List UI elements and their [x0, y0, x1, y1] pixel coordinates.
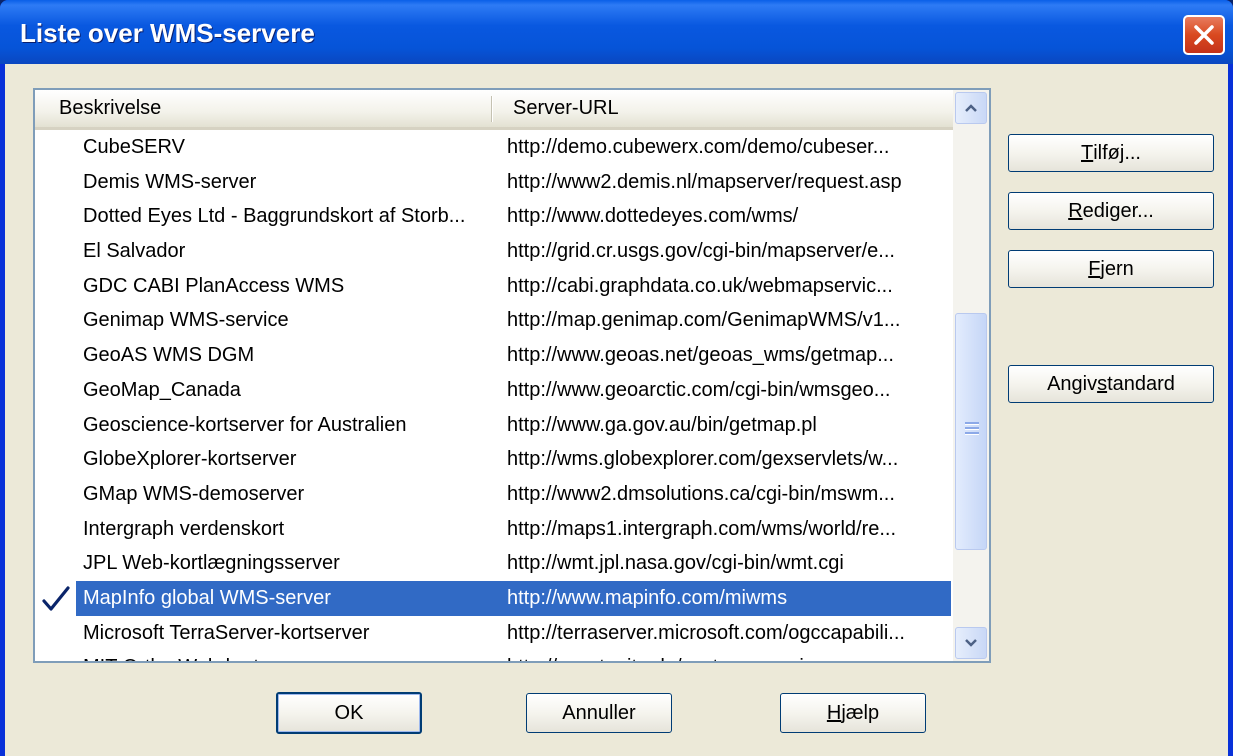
row-server-url: http://demo.cubewerx.com/demo/cubeser...: [507, 136, 890, 158]
thumb-grip-line: [965, 422, 979, 425]
row-description: JPL Web-kortlægningsserver: [83, 552, 340, 575]
list-row[interactable]: Genimap WMS-service http://map.genimap.co…: [35, 303, 953, 338]
add-button-label: Tilføj...: [1081, 142, 1141, 164]
vertical-scrollbar[interactable]: [953, 90, 989, 661]
row-description: Intergraph verdenskort: [83, 517, 285, 540]
row-server-url: http://grid.cr.usgs.gov/cgi-bin/mapserve…: [507, 240, 895, 263]
remove-button[interactable]: Fjern: [1008, 250, 1214, 288]
help-button[interactable]: Hjælp: [780, 693, 926, 733]
row-server-url: http://www.dottedeyes.com/wms/: [507, 205, 799, 228]
row-description: GeoAS WMS DGM: [83, 344, 255, 367]
list-row[interactable]: JPL Web-kortlægningsserver http://wmt.jpl…: [35, 546, 953, 581]
column-header-server-url[interactable]: Server-URL: [513, 90, 619, 127]
list-row[interactable]: MIT Ortho Web-kortserver http://coast.mit…: [35, 650, 953, 661]
close-button[interactable]: [1183, 15, 1225, 55]
row-description: Genimap WMS-service: [83, 309, 289, 332]
row-server-url: http://wmt.jpl.nasa.gov/cgi-bin/wmt.cgi: [507, 552, 844, 575]
add-button[interactable]: Tilføj...: [1008, 134, 1214, 172]
row-description: MapInfo global WMS-server: [83, 586, 331, 609]
row-description: GDC CABI PlanAccess WMS: [83, 274, 345, 297]
default-checkmark-icon: [42, 586, 70, 611]
row-server-url: http://cabi.graphdata.co.uk/webmapservic…: [507, 274, 893, 297]
list-row[interactable]: GeoMap_Canada http://www.geoarctic.com/cg…: [35, 373, 953, 408]
thumb-grip-line: [965, 432, 979, 435]
list-row[interactable]: GlobeXplorer-kortserver http://wms.globex…: [35, 442, 953, 477]
row-server-url: http://map.genimap.com/GenimapWMS/v1...: [507, 309, 901, 332]
row-description: GMap WMS-demoserver: [83, 482, 305, 505]
list-row[interactable]: Demis WMS-server http://www2.demis.nl/map…: [35, 165, 953, 200]
dialog-window: Liste over WMS-servere Beskrivelse Serve…: [0, 0, 1233, 756]
row-server-url: http://www.geoas.net/geoas_wms/getmap...: [507, 344, 894, 367]
list-row[interactable]: GDC CABI PlanAccess WMS http://cabi.graph…: [35, 269, 953, 304]
list-rows: CubeSERV http://demo.cubewerx.com/demo/cu…: [35, 130, 953, 661]
cancel-button[interactable]: Annuller: [526, 693, 672, 733]
row-description: El Salvador: [83, 240, 186, 263]
list-row[interactable]: GMap WMS-demoserver http://www2.dmsolutio…: [35, 477, 953, 512]
row-description: GeoMap_Canada: [83, 378, 241, 401]
list-row[interactable]: GeoAS WMS DGM http://www.geoas.net/geoas_…: [35, 338, 953, 373]
row-server-url: http://www2.dmsolutions.ca/cgi-bin/mswm.…: [507, 482, 895, 505]
dialog-body: Beskrivelse Server-URL CubeSERV http://de…: [5, 64, 1228, 756]
scroll-down-button[interactable]: [955, 627, 987, 659]
list-row[interactable]: Geoscience-kortserver for Australien http…: [35, 408, 953, 443]
remove-button-label: Fjern: [1088, 258, 1134, 280]
column-header-description[interactable]: Beskrivelse: [59, 90, 161, 127]
row-description: Demis WMS-server: [83, 170, 257, 193]
wms-server-list[interactable]: Beskrivelse Server-URL CubeSERV http://de…: [33, 88, 991, 663]
edit-button-label: Rediger...: [1068, 200, 1154, 222]
row-server-url: http://coast.mit.edu/wmtserver.cgi: [507, 650, 947, 661]
set-default-button-label: Angiv standard: [1047, 373, 1175, 395]
title-bar[interactable]: Liste over WMS-servere: [0, 0, 1233, 64]
row-description: Microsoft TerraServer-kortserver: [83, 621, 370, 644]
row-server-url: http://www.geoarctic.com/cgi-bin/wmsgeo.…: [507, 378, 891, 401]
row-server-url: http://www.mapinfo.com/miwms: [507, 586, 788, 609]
thumb-grip-line: [965, 427, 979, 430]
ok-button-label: OK: [334, 702, 364, 724]
row-description: CubeSERV: [83, 136, 185, 158]
window-title: Liste over WMS-servere: [20, 18, 315, 48]
scroll-thumb[interactable]: [955, 313, 987, 550]
list-row[interactable]: Microsoft TerraServer-kortserver http://t…: [35, 616, 953, 651]
chevron-up-icon: [965, 104, 977, 112]
close-icon: [1194, 25, 1214, 45]
cancel-button-label: Annuller: [562, 702, 636, 724]
row-description: Geoscience-kortserver for Australien: [83, 413, 407, 436]
column-divider[interactable]: [491, 96, 492, 122]
list-row[interactable]: Intergraph verdenskort http://maps1.inter…: [35, 512, 953, 547]
row-server-url: http://www.ga.gov.au/bin/getmap.pl: [507, 413, 817, 436]
list-row[interactable]: Dotted Eyes Ltd - Baggrundskort af Storb…: [35, 199, 953, 234]
row-server-url: http://wms.globexplorer.com/gexservlets/…: [507, 448, 899, 471]
row-server-url: http://maps1.intergraph.com/wms/world/re…: [507, 517, 897, 540]
list-row[interactable]: El Salvador http://grid.cr.usgs.gov/cgi-b…: [35, 234, 953, 269]
row-description: GlobeXplorer-kortserver: [83, 448, 297, 471]
set-default-button[interactable]: Angiv standard: [1008, 365, 1214, 403]
row-server-url: http://terraserver.microsoft.com/ogccapa…: [507, 621, 905, 644]
list-row[interactable]: CubeSERV http://demo.cubewerx.com/demo/cu…: [35, 130, 953, 165]
row-server-url: http://www2.demis.nl/mapserver/request.a…: [507, 170, 902, 193]
list-header: Beskrivelse Server-URL: [35, 90, 953, 130]
chevron-down-icon: [965, 639, 977, 647]
scroll-up-button[interactable]: [955, 92, 987, 124]
row-description: Dotted Eyes Ltd - Baggrundskort af Storb…: [83, 205, 466, 228]
ok-button[interactable]: OK: [276, 692, 422, 734]
list-row[interactable]: MapInfo global WMS-server http://www.mapi…: [35, 580, 953, 616]
row-description: MIT Ortho Web-kortserver: [83, 650, 503, 661]
edit-button[interactable]: Rediger...: [1008, 192, 1214, 230]
help-button-label: Hjælp: [826, 702, 880, 724]
